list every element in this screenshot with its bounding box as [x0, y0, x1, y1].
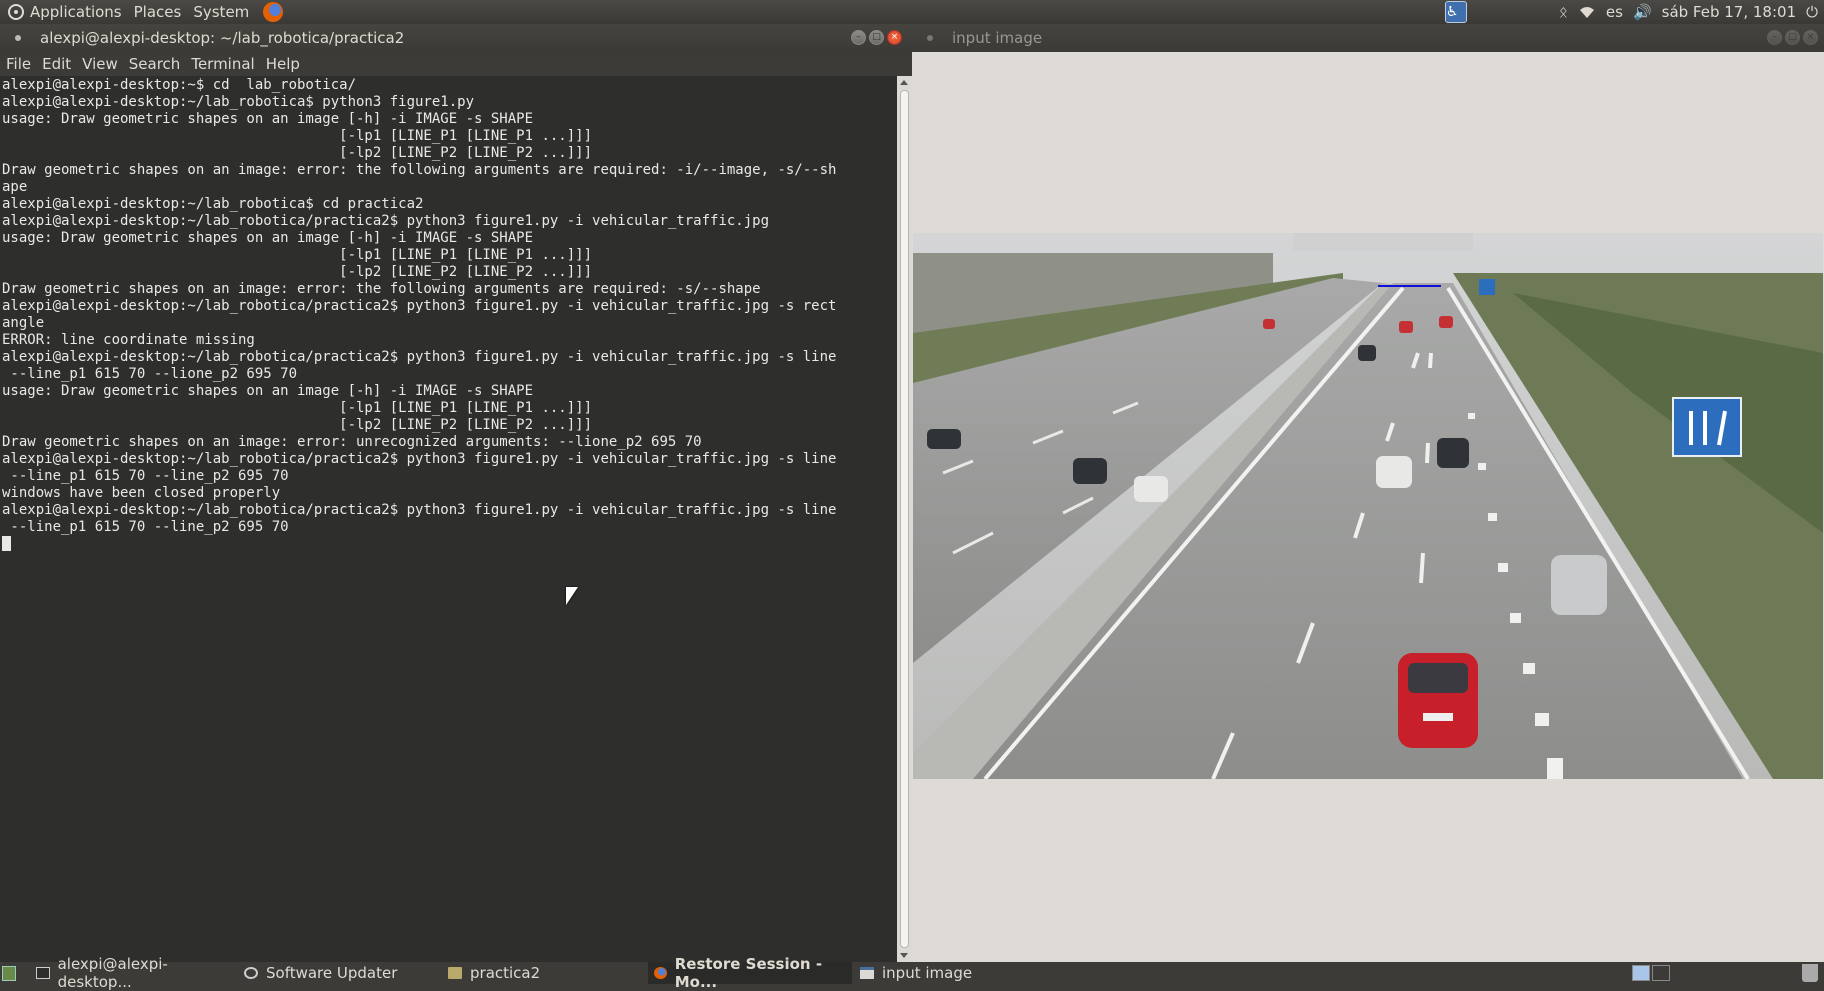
show-desktop-icon[interactable]: [2, 966, 16, 981]
terminal-icon: [36, 967, 50, 979]
menu-edit[interactable]: Edit: [42, 55, 71, 73]
workspace-1[interactable]: [1632, 965, 1650, 981]
menu-help[interactable]: Help: [266, 55, 300, 73]
ubuntu-logo-icon[interactable]: [8, 4, 24, 20]
accessibility-icon[interactable]: ♿: [1444, 1, 1467, 23]
terminal-cursor: [2, 536, 11, 551]
window-menu-icon[interactable]: [15, 35, 21, 41]
menu-terminal[interactable]: Terminal: [191, 55, 254, 73]
task-terminal[interactable]: alexpi@alexpi-desktop...: [30, 955, 236, 991]
terminal-titlebar[interactable]: alexpi@alexpi-desktop: ~/lab_robotica/pr…: [0, 24, 912, 52]
image-window-titlebar[interactable]: input image – □ ×: [912, 24, 1824, 52]
red-car: [1398, 653, 1478, 748]
task-input-image[interactable]: input image: [854, 962, 1054, 984]
applications-menu[interactable]: Applications: [30, 2, 122, 22]
scroll-down-icon[interactable]: [900, 953, 908, 958]
system-menu[interactable]: System: [193, 2, 249, 22]
scrollbar-thumb[interactable]: [900, 90, 909, 948]
scroll-up-icon[interactable]: [900, 80, 908, 85]
top-panel: Applications Places System ♿ ᛟ es 🔊 sáb …: [0, 0, 1824, 24]
menu-search[interactable]: Search: [129, 55, 181, 73]
terminal-text: alexpi@alexpi-desktop:~$ cd lab_robotica…: [0, 76, 897, 554]
window-menu-icon[interactable]: [927, 35, 933, 41]
image-window: input image – □ ×: [912, 24, 1824, 962]
window-icon: [860, 967, 874, 979]
power-icon[interactable]: ⏻: [1806, 3, 1818, 21]
folder-icon: [448, 967, 462, 979]
task-label: alexpi@alexpi-desktop...: [57, 955, 168, 991]
task-label: input image: [882, 964, 973, 982]
image-window-title: input image: [952, 29, 1043, 47]
updater-icon: [244, 967, 258, 979]
task-label: Restore Session - Mo...: [674, 955, 823, 991]
terminal-menubar: File Edit View Search Terminal Help: [0, 52, 912, 76]
clock[interactable]: sáb Feb 17, 18:01: [1662, 3, 1796, 21]
minimize-button[interactable]: –: [1767, 30, 1782, 45]
trash-icon[interactable]: [1802, 964, 1818, 982]
close-button[interactable]: ×: [887, 30, 902, 45]
traffic-photo: [913, 233, 1823, 779]
image-window-controls: – □ ×: [1764, 30, 1818, 45]
menu-file[interactable]: File: [6, 55, 31, 73]
system-tray: ♿ ᛟ es 🔊 sáb Feb 17, 18:01 ⏻: [1435, 1, 1824, 23]
firefox-icon: [654, 967, 667, 979]
task-label: practica2: [470, 964, 541, 982]
maximize-button[interactable]: □: [1785, 30, 1800, 45]
task-label: Software Updater: [266, 964, 398, 982]
highway-scene: [913, 233, 1823, 779]
firefox-launcher-icon[interactable]: [263, 2, 284, 22]
terminal-scrollbar[interactable]: [897, 76, 912, 962]
menu-view[interactable]: View: [82, 55, 118, 73]
bottom-taskbar: alexpi@alexpi-desktop... Software Update…: [0, 955, 1824, 991]
terminal-window-controls: – □ ×: [848, 30, 902, 45]
task-practica2[interactable]: practica2: [442, 962, 642, 984]
volume-icon[interactable]: 🔊: [1633, 3, 1652, 21]
workspace-switcher[interactable]: [1632, 965, 1672, 981]
terminal-output[interactable]: alexpi@alexpi-desktop:~$ cd lab_robotica…: [0, 76, 897, 962]
terminal-window: alexpi@alexpi-desktop: ~/lab_robotica/pr…: [0, 24, 912, 962]
panel-menu: Applications Places System: [0, 2, 284, 22]
places-menu[interactable]: Places: [134, 2, 182, 22]
mouse-pointer-icon: [566, 587, 578, 605]
maximize-button[interactable]: □: [869, 30, 884, 45]
task-software-updater[interactable]: Software Updater: [238, 962, 438, 984]
bluetooth-icon[interactable]: ᛟ: [1559, 3, 1568, 21]
task-firefox[interactable]: Restore Session - Mo...: [648, 955, 852, 991]
close-button[interactable]: ×: [1803, 30, 1818, 45]
wifi-icon[interactable]: [1578, 5, 1596, 19]
terminal-title: alexpi@alexpi-desktop: ~/lab_robotica/pr…: [40, 29, 405, 47]
workspace-2[interactable]: [1652, 965, 1670, 981]
minimize-button[interactable]: –: [851, 30, 866, 45]
keyboard-layout-indicator[interactable]: es: [1606, 3, 1623, 21]
